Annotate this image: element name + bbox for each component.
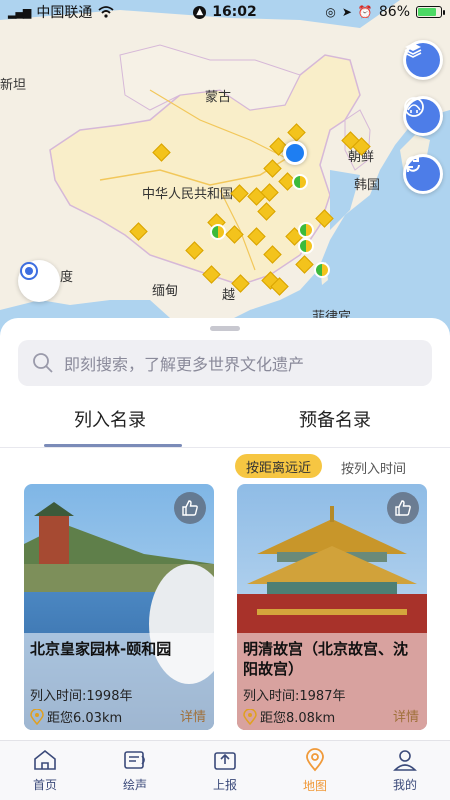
- heritage-cluster-marker[interactable]: [298, 222, 314, 238]
- layers-button[interactable]: [403, 40, 443, 80]
- nav-item-map[interactable]: 地图: [270, 741, 360, 800]
- card-inscription-date: 列入时间:1998年: [30, 689, 133, 704]
- tab-tentative[interactable]: 预备名录: [299, 406, 371, 432]
- list-tabs: 列入名录 预备名录: [0, 406, 450, 448]
- card-info-panel: 北京皇家园林-颐和园 列入时间:1998年 距您6.03km 详情: [24, 633, 214, 730]
- sort-by-distance-button[interactable]: 按距离远近: [235, 454, 323, 478]
- status-time: 16:02: [212, 4, 257, 20]
- search-placeholder: 即刻搜索，了解更多世界文化遗产: [64, 355, 305, 374]
- card-title: 明清故宫（北京故宫、沈阳故宫）: [243, 640, 409, 678]
- map-view[interactable]: 蒙古 中华人民共和国 朝鲜 韩国 缅甸 越 菲律宾 新坦 度: [0, 0, 450, 340]
- card-distance: 距您8.08km: [260, 711, 336, 726]
- tab-inscribed[interactable]: 列入名录: [74, 406, 146, 432]
- heritage-filter-button[interactable]: [403, 96, 443, 136]
- thumbs-up-icon: [395, 500, 411, 516]
- nav-item-label: 地图: [302, 779, 327, 793]
- card-info-panel: 明清故宫（北京故宫、沈阳故宫） 列入时间:1987年 距您8.08km 详情: [237, 633, 427, 730]
- map-label-mongolia: 蒙古: [205, 90, 232, 105]
- layers-icon: [404, 43, 422, 58]
- nav-item-audio[interactable]: 绘声: [90, 741, 180, 800]
- card-title: 北京皇家园林-颐和园: [30, 640, 172, 658]
- location-pin-icon: [30, 708, 44, 725]
- sheet-drag-handle[interactable]: [210, 326, 240, 331]
- card-distance-row: 距您6.03km: [30, 707, 122, 726]
- heritage-cluster-marker[interactable]: [314, 262, 330, 278]
- status-bar: ▂▄▆ 中国联通 ▲ 16:02 ◎ ➤ ⏰ 86%: [0, 0, 450, 24]
- refresh-icon: [406, 156, 420, 172]
- locate-button[interactable]: [18, 260, 60, 302]
- bottom-nav: 首页 绘声 上报 地图 我的: [0, 740, 450, 800]
- map-label-vietnam: 越: [222, 288, 236, 303]
- carrier-name: 中国联通: [36, 5, 93, 21]
- user-icon: [393, 750, 417, 771]
- upload-icon: [214, 752, 236, 770]
- search-icon: [33, 353, 53, 373]
- nav-item-report[interactable]: 上报: [180, 741, 270, 800]
- nav-item-label: 绘声: [122, 778, 147, 792]
- map-label-india: 度: [60, 270, 74, 285]
- active-tab-indicator: [44, 444, 182, 447]
- user-location-dot: [283, 141, 307, 165]
- heritage-cluster-marker[interactable]: [298, 238, 314, 254]
- locate-icon: [20, 262, 38, 280]
- like-button[interactable]: [387, 492, 419, 524]
- card-details-link[interactable]: 详情: [180, 706, 206, 725]
- heritage-card[interactable]: 明清故宫（北京故宫、沈阳故宫） 列入时间:1987年 距您8.08km 详情: [237, 484, 427, 730]
- like-button[interactable]: [174, 492, 206, 524]
- thumbs-up-icon: [182, 500, 198, 516]
- heritage-cluster-marker[interactable]: [210, 224, 226, 240]
- heritage-cluster-marker[interactable]: [292, 174, 308, 190]
- card-distance: 距您6.03km: [47, 711, 123, 726]
- map-label-china: 中华人民共和国: [142, 187, 234, 202]
- home-icon: [34, 749, 56, 770]
- nav-item-label: 上报: [212, 778, 237, 792]
- heritage-icon: [404, 97, 424, 117]
- card-distance-row: 距您8.08km: [243, 707, 335, 726]
- battery-percent: 86%: [378, 4, 410, 20]
- signal-icon: ▂▄▆: [8, 5, 31, 19]
- card-details-link[interactable]: 详情: [393, 706, 419, 725]
- lock-rotation-icon: ◎: [325, 5, 336, 19]
- nav-item-label: 首页: [32, 778, 57, 792]
- nav-item-label: 我的: [392, 778, 417, 792]
- card-inscription-date: 列入时间:1987年: [243, 689, 346, 704]
- battery-icon: [416, 6, 445, 18]
- map-pin-icon: [306, 748, 324, 772]
- heritage-card[interactable]: 北京皇家园林-颐和园 列入时间:1998年 距您6.03km 详情: [24, 484, 214, 730]
- refresh-button[interactable]: [403, 154, 443, 194]
- nav-item-profile[interactable]: 我的: [360, 741, 450, 800]
- map-label-myanmar: 缅甸: [152, 284, 179, 299]
- wifi-icon: [98, 6, 114, 18]
- audio-icon: [124, 751, 145, 769]
- map-label-south-korea: 韩国: [354, 178, 381, 193]
- navigation-status-icon: ▲: [193, 5, 207, 19]
- nav-item-home[interactable]: 首页: [0, 741, 90, 800]
- sort-by-time-button[interactable]: 按列入时间: [341, 458, 406, 477]
- alarm-icon: ⏰: [357, 5, 373, 19]
- bottom-sheet: 即刻搜索，了解更多世界文化遗产 列入名录 预备名录 按距离远近 按列入时间 北京…: [0, 318, 450, 800]
- map-label-xinjiang: 新坦: [0, 78, 27, 93]
- search-bar[interactable]: 即刻搜索，了解更多世界文化遗产: [18, 340, 432, 386]
- location-arrow-icon: ➤: [341, 5, 352, 19]
- location-pin-icon: [243, 708, 257, 725]
